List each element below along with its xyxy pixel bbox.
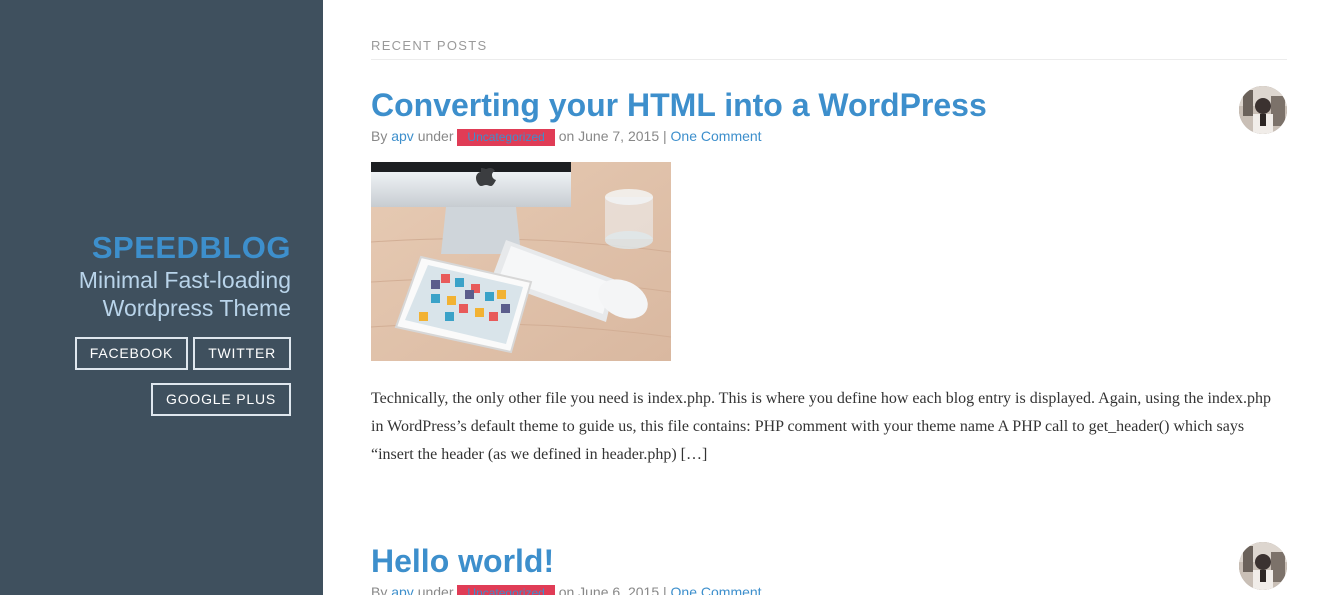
post-meta: By apv under Uncategorized on June 7, 20… — [371, 127, 1287, 146]
section-label: RECENT POSTS — [371, 38, 488, 53]
post-date: on June 7, 2015 — [558, 128, 660, 144]
meta-by: By — [371, 584, 388, 595]
post-thumbnail[interactable] — [371, 162, 671, 361]
desk-photo-image — [371, 162, 671, 361]
site-title-link[interactable]: SPEEDBLOG — [11, 230, 291, 266]
author-link[interactable]: apv — [391, 584, 414, 595]
meta-under: under — [417, 128, 454, 144]
tagline-line-2: Wordpress Theme — [102, 295, 291, 321]
social-links: FACEBOOK TWITTER — [74, 337, 291, 370]
author-avatar[interactable] — [1239, 86, 1287, 134]
post-title-link[interactable]: Converting your HTML into a WordPress — [371, 86, 1287, 124]
category-badge[interactable]: Uncategorized — [457, 129, 555, 146]
section-divider — [371, 59, 1287, 60]
meta-under: under — [417, 584, 454, 595]
category-badge[interactable]: Uncategorized — [457, 585, 555, 595]
site-tagline: Minimal Fast-loading Wordpress Theme — [11, 266, 291, 322]
facebook-button[interactable]: FACEBOOK — [74, 337, 189, 370]
meta-separator: | — [663, 128, 667, 144]
sidebar: SPEEDBLOG Minimal Fast-loading Wordpress… — [0, 0, 323, 595]
comments-link[interactable]: One Comment — [671, 128, 762, 144]
social-links-2: GOOGLE PLUS — [151, 383, 291, 416]
post-item: Hello world! By apv under Uncategorized … — [371, 542, 1287, 595]
main-content: RECENT POSTS Converting your HTML into a… — [371, 0, 1287, 595]
brand: SPEEDBLOG Minimal Fast-loading Wordpress… — [11, 230, 291, 322]
post-meta: By apv under Uncategorized on June 6, 20… — [371, 583, 1287, 595]
meta-by: By — [371, 128, 388, 144]
author-avatar[interactable] — [1239, 542, 1287, 590]
google-plus-button[interactable]: GOOGLE PLUS — [151, 383, 291, 416]
avatar-image — [1239, 86, 1287, 134]
author-link[interactable]: apv — [391, 128, 414, 144]
tagline-line-1: Minimal Fast-loading — [78, 267, 291, 293]
avatar-image — [1239, 542, 1287, 590]
meta-separator: | — [663, 584, 667, 595]
post-date: on June 6, 2015 — [558, 584, 660, 595]
post-excerpt: Technically, the only other file you nee… — [371, 390, 1272, 463]
twitter-button[interactable]: TWITTER — [193, 337, 291, 370]
post-title-link[interactable]: Hello world! — [371, 542, 1287, 580]
post-item: Converting your HTML into a WordPress By… — [371, 86, 1287, 463]
comments-link[interactable]: One Comment — [671, 584, 762, 595]
